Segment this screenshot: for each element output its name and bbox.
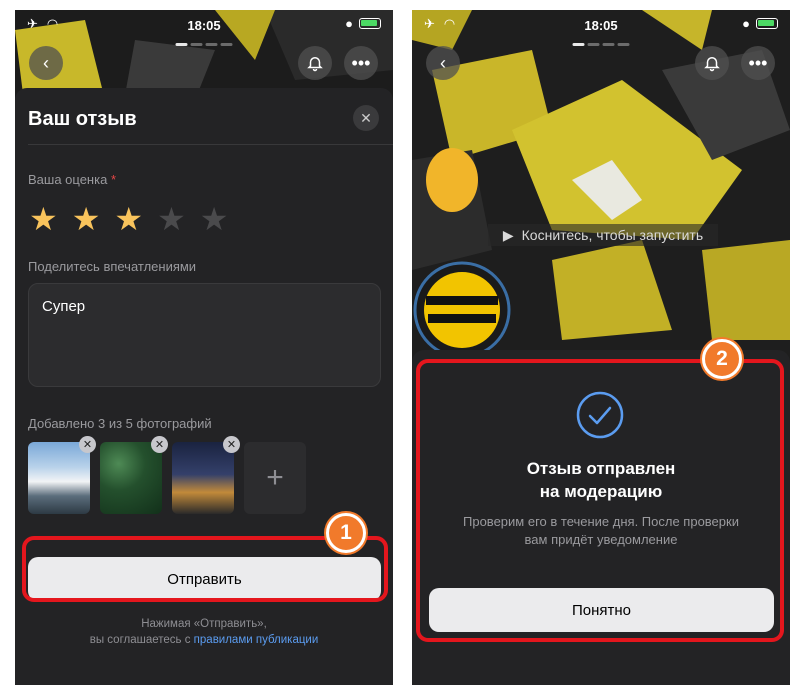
impressions-label: Поделитесь впечатлениями (28, 259, 197, 274)
person-icon: ● (742, 16, 750, 31)
star-rating[interactable]: ★ ★ ★ ★ ★ (29, 203, 228, 235)
review-screen: ✈ ◠ 18:05 ● ‹ ••• Ваш отзыв ✕ Ваша оценк… (15, 10, 393, 685)
publication-rules-link[interactable]: правилами публикации (194, 634, 319, 646)
play-icon: ▶ (502, 226, 514, 243)
star-icon[interactable]: ★ (29, 203, 58, 235)
more-button[interactable]: ••• (741, 46, 775, 80)
status-time: 18:05 (584, 18, 618, 33)
notifications-button[interactable] (298, 46, 332, 80)
add-photo-button[interactable]: + (244, 442, 306, 514)
confirmation-screen: ✈ ◠ 18:05 ● ‹ ••• ▶ Коснитесь, чтобы зап… (412, 10, 790, 685)
step-badge-2: 2 (702, 339, 742, 379)
photo-thumbnail-mountains[interactable]: ✕ (28, 436, 96, 514)
remove-photo-icon[interactable]: ✕ (151, 436, 168, 453)
remove-photo-icon[interactable]: ✕ (223, 436, 240, 453)
close-button[interactable]: ✕ (353, 105, 379, 131)
battery-icon (756, 18, 778, 29)
back-button[interactable]: ‹ (426, 46, 460, 80)
impressions-textarea[interactable]: Супер (28, 283, 381, 387)
play-hint[interactable]: ▶ Коснитесь, чтобы запустить (488, 224, 718, 246)
more-button[interactable]: ••• (344, 46, 378, 80)
battery-icon (359, 18, 381, 29)
chevron-left-icon: ‹ (43, 52, 49, 73)
close-icon: ✕ (360, 109, 372, 126)
status-time: 18:05 (187, 18, 221, 33)
status-bar: ✈ ◠ 18:05 ● (15, 10, 393, 38)
bell-icon (704, 57, 720, 72)
highlight-confirmation (416, 359, 784, 642)
notifications-button[interactable] (695, 46, 729, 80)
bell-icon (307, 57, 323, 72)
required-mark: * (110, 172, 117, 187)
person-icon: ● (345, 16, 353, 31)
plus-icon: + (266, 461, 284, 494)
photos-label: Добавлено 3 из 5 фотографий (28, 416, 212, 431)
story-pager (572, 43, 630, 46)
sheet-title: Ваш отзыв (28, 108, 137, 130)
step-badge-1: 1 (326, 513, 366, 553)
status-bar: ✈ ◠ 18:05 ● (412, 10, 790, 38)
more-dots-icon: ••• (351, 52, 371, 73)
photo-thumbnail-night-sky[interactable]: ✕ (172, 436, 240, 514)
photo-list: ✕ ✕ ✕ + (28, 436, 306, 514)
chevron-left-icon: ‹ (440, 52, 446, 73)
background-artwork (412, 10, 790, 390)
more-dots-icon: ••• (748, 52, 768, 73)
rating-label: Ваша оценка * (28, 172, 117, 187)
star-icon[interactable]: ★ (114, 203, 143, 235)
star-icon[interactable]: ★ (72, 203, 101, 235)
star-icon[interactable]: ★ (200, 203, 229, 235)
photo-thumbnail-leaves[interactable]: ✕ (100, 436, 168, 514)
story-pager (175, 43, 233, 46)
back-button[interactable]: ‹ (29, 46, 63, 80)
star-icon[interactable]: ★ (157, 203, 186, 235)
terms-hint: Нажимая «Отправить», вы соглашаетесь с п… (89, 618, 319, 646)
divider (28, 144, 393, 145)
remove-photo-icon[interactable]: ✕ (79, 436, 96, 453)
